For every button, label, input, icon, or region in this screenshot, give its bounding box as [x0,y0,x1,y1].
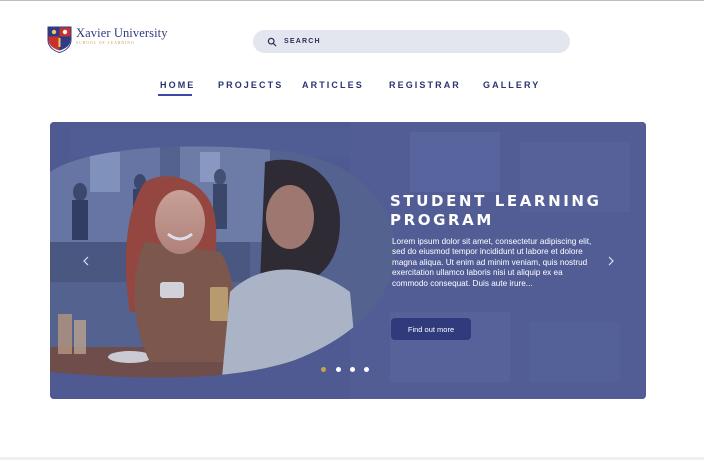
nav-item-projects[interactable]: PROJECTS [218,80,283,90]
crest-icon [47,26,72,54]
search-placeholder: SEARCH [284,38,321,45]
main-nav: HOME PROJECTS ARTICLES REGISTRAR GALLERY [0,80,704,100]
carousel-dot-3[interactable] [350,367,355,372]
university-tagline: SCHOOL OF LEARNING [76,41,135,45]
nav-item-home[interactable]: HOME [160,80,195,90]
chevron-left-icon[interactable] [81,255,91,267]
nav-item-gallery[interactable]: GALLERY [483,80,540,90]
carousel-dot-2[interactable] [336,367,341,372]
search-icon [267,37,277,46]
hero-title-line-2: PROGRAM [390,211,494,229]
university-logo[interactable]: Xavier University SCHOOL OF LEARNING [47,26,168,54]
carousel-dot-1-active[interactable] [321,367,326,372]
nav-item-articles[interactable]: ARTICLES [302,80,364,90]
carousel-dot-4[interactable] [364,367,369,372]
window-top-border [0,0,704,1]
chevron-right-icon[interactable] [606,255,616,267]
find-out-more-button[interactable]: Find out more [391,318,471,340]
hero-title: STUDENT LEARNING PROGRAM [390,192,620,230]
nav-item-registrar[interactable]: REGISTRAR [389,80,461,90]
hero-description: Lorem ipsum dolor sit amet, consectetur … [392,237,592,288]
nav-active-indicator [158,94,192,96]
hero-title-line-1: STUDENT LEARNING [390,192,602,210]
university-name: Xavier University [76,26,168,40]
search-bar[interactable]: SEARCH [253,30,570,53]
